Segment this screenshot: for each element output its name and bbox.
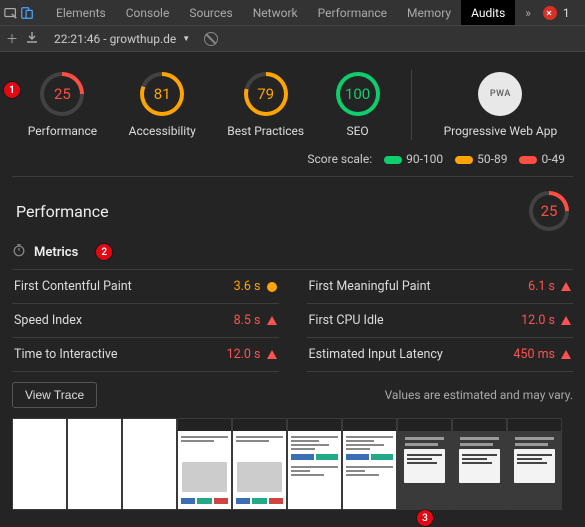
inspect-icon[interactable] <box>4 2 18 24</box>
metric-value: 12.0 s <box>227 347 277 362</box>
filmstrip-frame <box>452 418 507 510</box>
score-value: 100 <box>345 85 370 103</box>
warning-triangle-icon <box>561 316 571 325</box>
warning-triangle-icon <box>267 316 277 325</box>
scale-avg: 50-89 <box>477 152 507 166</box>
metrics-grid: First Contentful Paint 3.6 s Speed Index 8.… <box>12 270 573 372</box>
score-label: Progressive Web App <box>444 124 558 138</box>
metric-row[interactable]: First Meaningful Paint 6.1 s <box>307 270 574 304</box>
annotation-1: 1 <box>4 82 20 98</box>
annotation-3: 3 <box>417 510 433 526</box>
metric-row[interactable]: First CPU Idle 12.0 s <box>307 304 574 338</box>
metric-label: First Meaningful Paint <box>309 279 431 294</box>
new-audit-icon[interactable]: ＋ <box>6 30 18 47</box>
tab-sources[interactable]: Sources <box>179 0 242 25</box>
tab-network[interactable]: Network <box>243 0 308 25</box>
score-value: 81 <box>154 85 171 103</box>
score-label: Performance <box>28 124 97 138</box>
view-trace-button[interactable]: View Trace <box>12 382 97 408</box>
metric-value: 8.5 s <box>234 313 277 328</box>
filmstrip-frame <box>67 418 122 510</box>
score-performance[interactable]: 25 Performance <box>28 72 97 138</box>
performance-section-header: Performance 25 <box>12 177 573 241</box>
metrics-header[interactable]: Metrics 2 <box>12 241 573 270</box>
metric-row[interactable]: Speed Index 8.5 s <box>12 304 279 338</box>
filmstrip-frame <box>342 418 397 510</box>
annotation-2: 2 <box>96 244 112 260</box>
audits-report: 1 25 Performance 81 Accessibility 79 Bes… <box>0 52 585 527</box>
dropdown-icon: ▼ <box>182 34 190 43</box>
panel-tabs: Elements Console Sources Network Perform… <box>46 0 541 25</box>
score-label: Best Practices <box>227 124 304 138</box>
tab-audits[interactable]: Audits <box>461 0 515 25</box>
filmstrip: 3 <box>12 408 573 524</box>
warning-dot-icon <box>267 282 277 292</box>
metrics-title: Metrics <box>34 245 78 260</box>
metric-value: 6.1 s <box>528 279 571 294</box>
tab-performance[interactable]: Performance <box>308 0 397 25</box>
filmstrip-frame <box>122 418 177 510</box>
metric-row[interactable]: First Contentful Paint 3.6 s <box>12 270 279 304</box>
warning-triangle-icon <box>561 282 571 291</box>
score-label: Accessibility <box>129 124 196 138</box>
gauge-value: 25 <box>541 202 558 220</box>
metric-label: Time to Interactive <box>14 347 117 362</box>
filmstrip-frame <box>177 418 232 510</box>
metric-label: First CPU Idle <box>309 313 384 328</box>
score-value: 25 <box>54 85 71 103</box>
metric-value: 3.6 s <box>234 279 277 294</box>
filmstrip-frame <box>507 418 562 510</box>
score-best-practices[interactable]: 79 Best Practices <box>227 72 304 138</box>
audits-subbar: ＋ 22:21:46 - growthup.de ▼ <box>0 26 585 52</box>
clear-icon[interactable] <box>204 32 218 46</box>
tabs-more[interactable]: » <box>515 0 541 25</box>
score-pwa[interactable]: PWA Progressive Web App <box>444 72 558 138</box>
filmstrip-frame <box>287 418 342 510</box>
score-accessibility[interactable]: 81 Accessibility <box>129 72 196 138</box>
metric-row[interactable]: Time to Interactive 12.0 s <box>12 338 279 372</box>
audit-run-label: 22:21:46 - growthup.de <box>54 32 176 46</box>
score-label: SEO <box>346 124 368 138</box>
warning-triangle-icon <box>561 350 571 359</box>
performance-gauge: 25 <box>529 191 569 231</box>
filmstrip-frame <box>232 418 287 510</box>
metric-row[interactable]: Estimated Input Latency 450 ms <box>307 338 574 372</box>
filmstrip-frame <box>12 418 67 510</box>
score-seo[interactable]: 100 SEO <box>336 72 380 138</box>
pwa-icon: PWA <box>478 72 522 116</box>
metric-label: Estimated Input Latency <box>309 347 443 362</box>
scale-label: Score scale: <box>307 152 372 166</box>
score-summary: 1 25 Performance 81 Accessibility 79 Bes… <box>12 62 573 146</box>
scale-bad: 0-49 <box>541 152 565 166</box>
kebab-menu-icon[interactable]: ⋮ <box>576 2 585 24</box>
error-count-badge[interactable] <box>543 6 557 20</box>
device-mode-icon[interactable] <box>20 2 34 24</box>
filmstrip-frame <box>397 418 452 510</box>
stopwatch-icon <box>12 243 26 261</box>
score-scale-legend: Score scale: 90-100 50-89 0-49 <box>12 146 573 177</box>
metric-value: 450 ms <box>513 347 571 362</box>
tab-memory[interactable]: Memory <box>397 0 461 25</box>
scale-good: 90-100 <box>406 152 443 166</box>
audit-run-selector[interactable]: 22:21:46 - growthup.de ▼ <box>54 32 190 46</box>
warning-triangle-icon <box>267 350 277 359</box>
score-value: 79 <box>257 85 274 103</box>
tab-console[interactable]: Console <box>116 0 180 25</box>
tab-elements[interactable]: Elements <box>46 0 116 25</box>
metric-value: 12.0 s <box>521 313 571 328</box>
devtools-toolbar: Elements Console Sources Network Perform… <box>0 0 585 26</box>
estimate-note: Values are estimated and may vary. <box>385 378 573 402</box>
metric-label: Speed Index <box>14 313 82 328</box>
error-count: 1 <box>563 6 570 20</box>
download-icon[interactable] <box>26 31 38 46</box>
metric-label: First Contentful Paint <box>14 279 132 294</box>
section-title: Performance <box>16 202 109 221</box>
